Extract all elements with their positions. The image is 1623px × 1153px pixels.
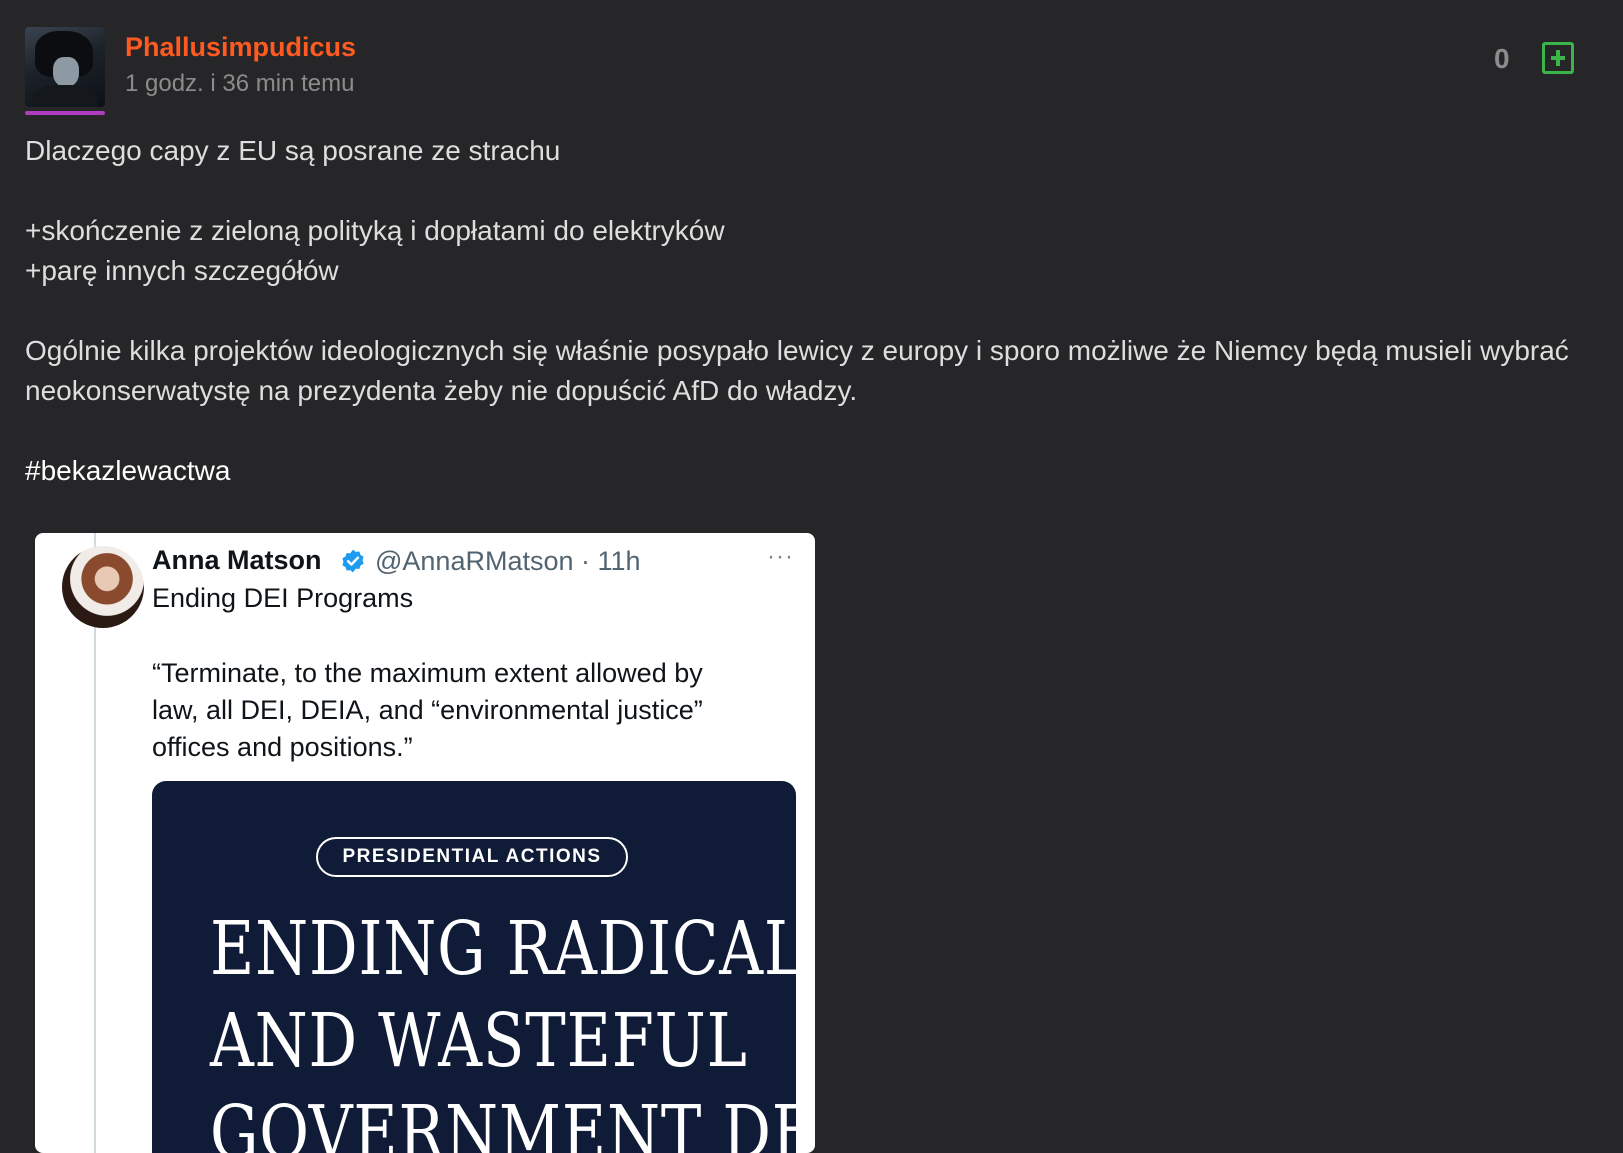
tweet-heading: Ending DEI Programs bbox=[152, 583, 414, 613]
post-body: Dlaczego capy z EU są posrane ze strachu… bbox=[25, 131, 1595, 491]
upvote-button[interactable] bbox=[1542, 42, 1574, 74]
author-avatar[interactable] bbox=[25, 27, 105, 115]
post-text-paragraph: Ogólnie kilka projektów ideologicznych s… bbox=[25, 335, 1569, 406]
tweet-quote-line: offices and positions.” bbox=[152, 732, 413, 762]
card-title: ENDING RADICAL AND WASTEFUL GOVERNMENT D… bbox=[209, 903, 796, 1153]
card-title-line: ENDING RADICAL bbox=[209, 906, 796, 992]
tweet-author-name: Anna Matson bbox=[152, 545, 322, 575]
post-timestamp[interactable]: 1 godz. i 36 min temu bbox=[125, 70, 354, 98]
post-text-line: +parę innych szczegółów bbox=[25, 255, 339, 286]
post-text-line: Dlaczego capy z EU są posrane ze strachu bbox=[25, 135, 561, 166]
tweet-media-card: PRESIDENTIAL ACTIONS ENDING RADICAL AND … bbox=[152, 781, 796, 1153]
tweet-handle-time: @AnnaRMatson · 11h bbox=[375, 546, 641, 576]
avatar-image bbox=[25, 27, 105, 107]
more-options-icon: ··· bbox=[767, 543, 794, 570]
post: Phallusimpudicus 1 godz. i 36 min temu 0… bbox=[0, 0, 1623, 1153]
hashtag-link[interactable]: #bekazlewactwa bbox=[25, 455, 230, 486]
card-title-line: GOVERNMENT DEI bbox=[209, 1090, 796, 1153]
post-text-line: +skończenie z zieloną polityką i dopłata… bbox=[25, 215, 725, 246]
card-title-line: AND WASTEFUL bbox=[209, 998, 748, 1084]
verified-badge-icon bbox=[342, 549, 364, 573]
embedded-image[interactable]: Anna Matson @AnnaRMatson · 11h ··· Endin… bbox=[35, 533, 815, 1153]
presidential-actions-pill: PRESIDENTIAL ACTIONS bbox=[316, 837, 628, 877]
tweet-author-avatar bbox=[62, 546, 144, 628]
tweet-quote-line: law, all DEI, DEIA, and “environmental j… bbox=[152, 695, 703, 725]
author-username[interactable]: Phallusimpudicus bbox=[125, 32, 356, 63]
tweet-quote-line: “Terminate, to the maximum extent allowe… bbox=[152, 658, 703, 688]
tweet-quote: “Terminate, to the maximum extent allowe… bbox=[152, 655, 772, 766]
avatar-gender-bar bbox=[25, 111, 105, 115]
vote-count: 0 bbox=[1494, 43, 1510, 74]
